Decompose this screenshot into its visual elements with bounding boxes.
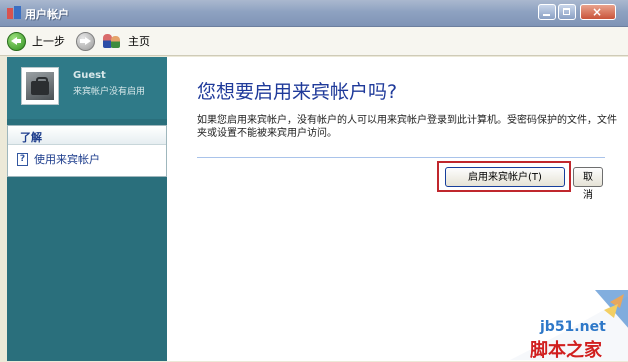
account-status: 来宾帐户没有启用 xyxy=(73,87,146,97)
home-users-icon xyxy=(102,33,122,49)
forward-arrow-icon xyxy=(76,31,95,51)
back-button[interactable]: 上一步 xyxy=(7,31,65,51)
watermark-site: jb51.net xyxy=(540,319,606,335)
watermark-name: 脚本之家 xyxy=(530,340,602,361)
guest-account-help-link[interactable]: ? 使用来宾帐户 xyxy=(17,151,100,167)
learn-header: 了解 xyxy=(8,126,166,145)
home-button[interactable]: 主页 xyxy=(102,32,150,50)
page-title: 您想要启用来宾帐户吗? xyxy=(197,81,398,103)
forward-button[interactable] xyxy=(76,31,95,51)
navigation-bar: 上一步 主页 xyxy=(0,27,628,56)
account-name: Guest xyxy=(73,70,106,81)
home-label: 主页 xyxy=(128,35,150,48)
sidebar: Guest 来宾帐户没有启用 了解 ? 使用来宾帐户 xyxy=(7,57,167,361)
divider xyxy=(197,157,605,158)
minimize-icon xyxy=(543,14,550,16)
close-icon: × xyxy=(592,5,603,19)
window-title: 用户帐户 xyxy=(25,8,69,21)
enable-guest-button[interactable]: 启用来宾帐户(T) xyxy=(445,167,565,187)
learn-panel: 了解 ? 使用来宾帐户 xyxy=(7,125,167,177)
briefcase-icon xyxy=(26,72,54,100)
user-accounts-icon xyxy=(7,6,21,19)
back-label: 上一步 xyxy=(32,35,65,48)
close-button[interactable]: × xyxy=(580,4,616,20)
help-link-label: 使用来宾帐户 xyxy=(34,153,100,166)
help-icon: ? xyxy=(17,152,28,166)
minimize-button[interactable] xyxy=(538,4,556,20)
account-card: Guest 来宾帐户没有启用 xyxy=(7,57,167,119)
back-arrow-icon xyxy=(7,31,26,51)
maximize-icon xyxy=(563,8,570,15)
avatar xyxy=(21,67,59,105)
title-bar: 用户帐户 × xyxy=(0,0,628,27)
maximize-button[interactable] xyxy=(558,4,576,20)
learn-title: 了解 xyxy=(20,131,42,144)
cancel-button[interactable]: 取消 xyxy=(573,167,603,201)
description-text: 如果您启用来宾帐户，没有帐户的人可以用来宾帐户登录到此计算机。受密码保护的文件，… xyxy=(197,115,617,139)
